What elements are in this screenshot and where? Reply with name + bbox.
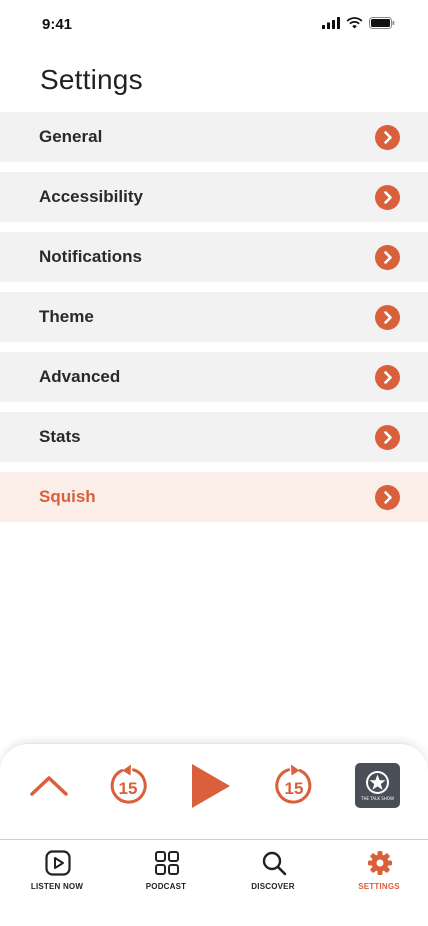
expand-player-button[interactable] <box>28 770 70 802</box>
grid-icon <box>155 851 179 875</box>
tab-settings[interactable]: SETTINGS <box>334 848 424 898</box>
status-icons <box>322 17 395 29</box>
chevron-right-icon <box>375 425 400 450</box>
tab-podcast[interactable]: PODCAST <box>121 848 211 898</box>
signal-icon <box>322 17 340 29</box>
settings-item-advanced[interactable]: Advanced <box>0 352 428 402</box>
settings-item-label: General <box>39 127 103 146</box>
settings-item-label: Advanced <box>39 367 121 386</box>
settings-item-label: Squish <box>39 487 96 506</box>
star-badge-icon <box>366 771 389 794</box>
settings-item-label: Accessibility <box>39 187 143 206</box>
chevron-right-icon <box>375 245 400 270</box>
settings-item-label: Notifications <box>39 247 142 266</box>
chevron-right-icon <box>375 485 400 510</box>
tab-discover[interactable]: DISCOVER <box>228 848 318 898</box>
settings-list: General Accessibility Notifications Them… <box>0 112 428 532</box>
settings-item-label: Stats <box>39 427 81 446</box>
skip-forward-button[interactable]: 15 <box>272 763 316 809</box>
skip-back-seconds: 15 <box>119 779 138 798</box>
settings-item-accessibility[interactable]: Accessibility <box>0 172 428 222</box>
battery-icon <box>369 17 395 29</box>
page-title: Settings <box>40 64 143 95</box>
settings-item-stats[interactable]: Stats <box>0 412 428 462</box>
chevron-right-icon <box>375 305 400 330</box>
status-bar: 9:41 <box>0 0 428 50</box>
chevron-right-icon <box>375 365 400 390</box>
settings-item-notifications[interactable]: Notifications <box>0 232 428 282</box>
tab-label: DISCOVER <box>251 882 295 891</box>
tab-label: PODCAST <box>145 882 187 891</box>
search-icon <box>262 851 287 876</box>
settings-item-squish[interactable]: Squish <box>0 472 428 522</box>
chevron-right-icon <box>375 125 400 150</box>
artwork-title: THE TALK SHOW <box>361 796 394 801</box>
tab-label: LISTEN NOW <box>30 882 84 891</box>
podcast-artwork[interactable]: THE TALK SHOW <box>355 763 400 808</box>
settings-item-general[interactable]: General <box>0 112 428 162</box>
chevron-right-icon <box>375 185 400 210</box>
status-time: 9:41 <box>42 16 73 33</box>
settings-item-theme[interactable]: Theme <box>0 292 428 342</box>
settings-item-label: Theme <box>39 307 94 326</box>
gear-icon <box>368 851 392 875</box>
wifi-icon <box>346 17 363 29</box>
skip-back-button[interactable]: 15 <box>106 763 150 809</box>
listen-now-icon <box>45 850 71 876</box>
play-button[interactable] <box>188 762 234 810</box>
tab-listen-now[interactable]: LISTEN NOW <box>12 848 102 898</box>
tab-label: SETTINGS <box>358 882 400 891</box>
tab-bar: LISTEN NOW PODCAST DISCOVER SETTINGS <box>0 840 428 926</box>
skip-forward-seconds: 15 <box>285 779 304 798</box>
